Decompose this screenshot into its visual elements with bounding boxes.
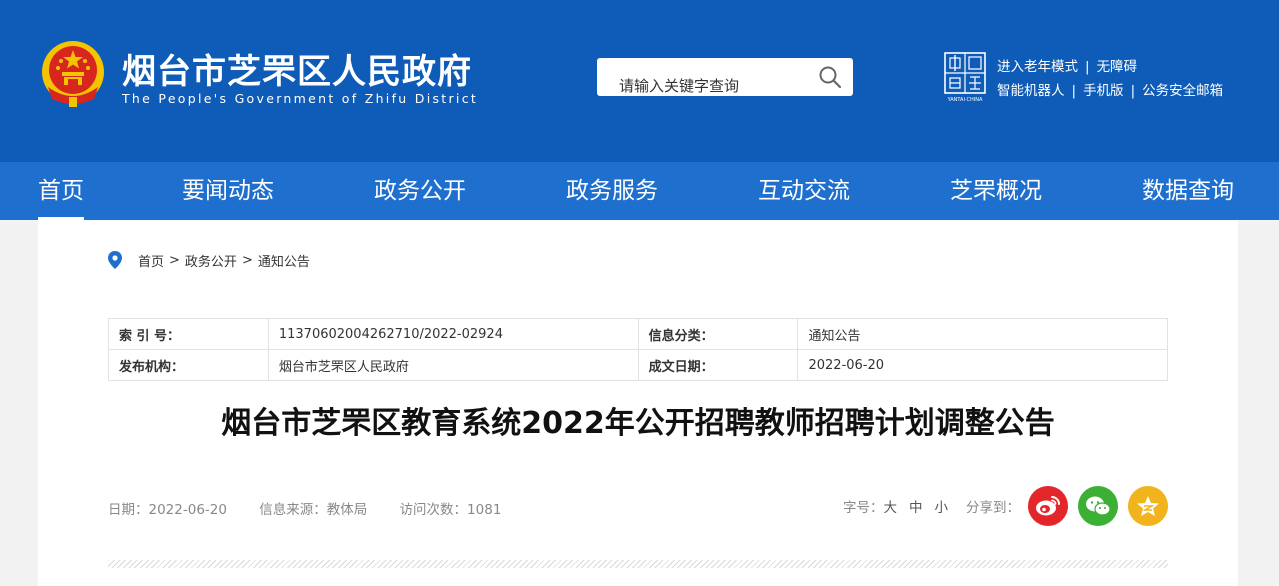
nav-item-gov-affairs[interactable]: 政务公开	[374, 162, 466, 220]
elderly-mode-link[interactable]: 进入老年模式	[997, 59, 1078, 75]
meta-table: 索 引 号： 11370602004262710/2022-02924 信息分类…	[108, 318, 1168, 381]
breadcrumb-gov-affairs[interactable]: 政务公开	[185, 251, 237, 270]
breadcrumb-notices[interactable]: 通知公告	[258, 251, 310, 270]
article-tools: 字号： 大 中 小 分享到：	[843, 486, 1168, 526]
font-size-medium[interactable]: 中	[909, 496, 923, 516]
table-row: 索 引 号： 11370602004262710/2022-02924 信息分类…	[108, 318, 1168, 350]
breadcrumb-home[interactable]: 首页	[138, 251, 164, 270]
cn-logo-caption: YANTAI·CHINA	[947, 97, 983, 103]
content-panel: 首页 > 政务公开 > 通知公告 索 引 号： 1137060200426271…	[38, 220, 1238, 586]
main-nav: 首页 要闻动态 政务公开 政务服务 互动交流 芝罘概况 数据查询	[0, 162, 1279, 220]
china-seal-logo: YANTAI·CHINA	[944, 52, 986, 103]
breadcrumb: 首页 > 政务公开 > 通知公告	[108, 250, 310, 270]
share-qzone-button[interactable]	[1128, 486, 1168, 526]
link-separator: |	[1085, 59, 1090, 75]
nav-item-overview[interactable]: 芝罘概况	[950, 162, 1042, 220]
breadcrumb-separator: >	[241, 252, 253, 268]
date-value: 2022-06-20	[797, 349, 1168, 381]
article-info: 日期：2022-06-20 信息来源：教体局 访问次数：1081	[108, 498, 529, 518]
qzone-icon	[1137, 496, 1159, 516]
top-links: 进入老年模式 | 无障碍 智能机器人 | 手机版 | 公务安全邮箱	[997, 55, 1223, 103]
link-separator: |	[1130, 83, 1136, 99]
accessibility-link[interactable]: 无障碍	[1097, 59, 1138, 75]
article-source: 信息来源：教体局	[259, 502, 368, 518]
index-value: 11370602004262710/2022-02924	[267, 318, 639, 350]
site-subtitle: The People's Government of Zhifu Distric…	[122, 91, 479, 106]
site-header: 烟台市芝罘区人民政府 The People's Government of Zh…	[0, 0, 1279, 162]
nav-item-news[interactable]: 要闻动态	[182, 162, 274, 220]
location-pin-icon	[108, 251, 122, 269]
font-size-large[interactable]: 大	[884, 496, 898, 516]
font-size-small[interactable]: 小	[935, 496, 949, 516]
article-title: 烟台市芝罘区教育系统2022年公开招聘教师招聘计划调整公告	[221, 406, 1055, 441]
share-label: 分享到：	[966, 500, 1020, 516]
nav-item-interaction[interactable]: 互动交流	[758, 162, 850, 220]
share-weibo-button[interactable]	[1028, 486, 1068, 526]
breadcrumb-separator: >	[169, 252, 180, 268]
table-row: 发布机构： 烟台市芝罘区人民政府 成文日期： 2022-06-20	[108, 349, 1168, 381]
publisher-label: 发布机构：	[108, 349, 269, 381]
publisher-value: 烟台市芝罘区人民政府	[267, 349, 639, 381]
category-label: 信息分类：	[637, 318, 799, 350]
robot-link[interactable]: 智能机器人	[997, 83, 1065, 99]
weibo-icon	[1036, 496, 1060, 516]
nav-item-home[interactable]: 首页	[38, 162, 84, 220]
top-links-row-2: 智能机器人 | 手机版 | 公务安全邮箱	[997, 79, 1223, 103]
secure-mail-link[interactable]: 公务安全邮箱	[1142, 83, 1223, 99]
link-separator: |	[1071, 83, 1077, 99]
category-value: 通知公告	[797, 318, 1168, 350]
article-visits: 访问次数：1081	[399, 502, 502, 518]
mobile-link[interactable]: 手机版	[1083, 83, 1124, 99]
index-label: 索 引 号：	[108, 318, 269, 350]
site-title[interactable]: 烟台市芝罘区人民政府	[122, 44, 472, 93]
divider	[108, 560, 1168, 568]
nav-item-gov-services[interactable]: 政务服务	[566, 162, 658, 220]
search-box	[597, 58, 853, 96]
nav-item-data-query[interactable]: 数据查询	[1142, 162, 1234, 220]
wechat-icon	[1086, 496, 1111, 516]
national-emblem-icon	[42, 41, 104, 107]
article-date: 日期：2022-06-20	[108, 502, 227, 518]
date-label: 成文日期：	[637, 349, 799, 381]
search-input[interactable]	[597, 58, 807, 96]
top-links-row-1: 进入老年模式 | 无障碍	[997, 55, 1223, 79]
search-icon[interactable]	[817, 64, 843, 90]
share-wechat-button[interactable]	[1078, 486, 1118, 526]
font-size-label: 字号：	[843, 500, 884, 516]
